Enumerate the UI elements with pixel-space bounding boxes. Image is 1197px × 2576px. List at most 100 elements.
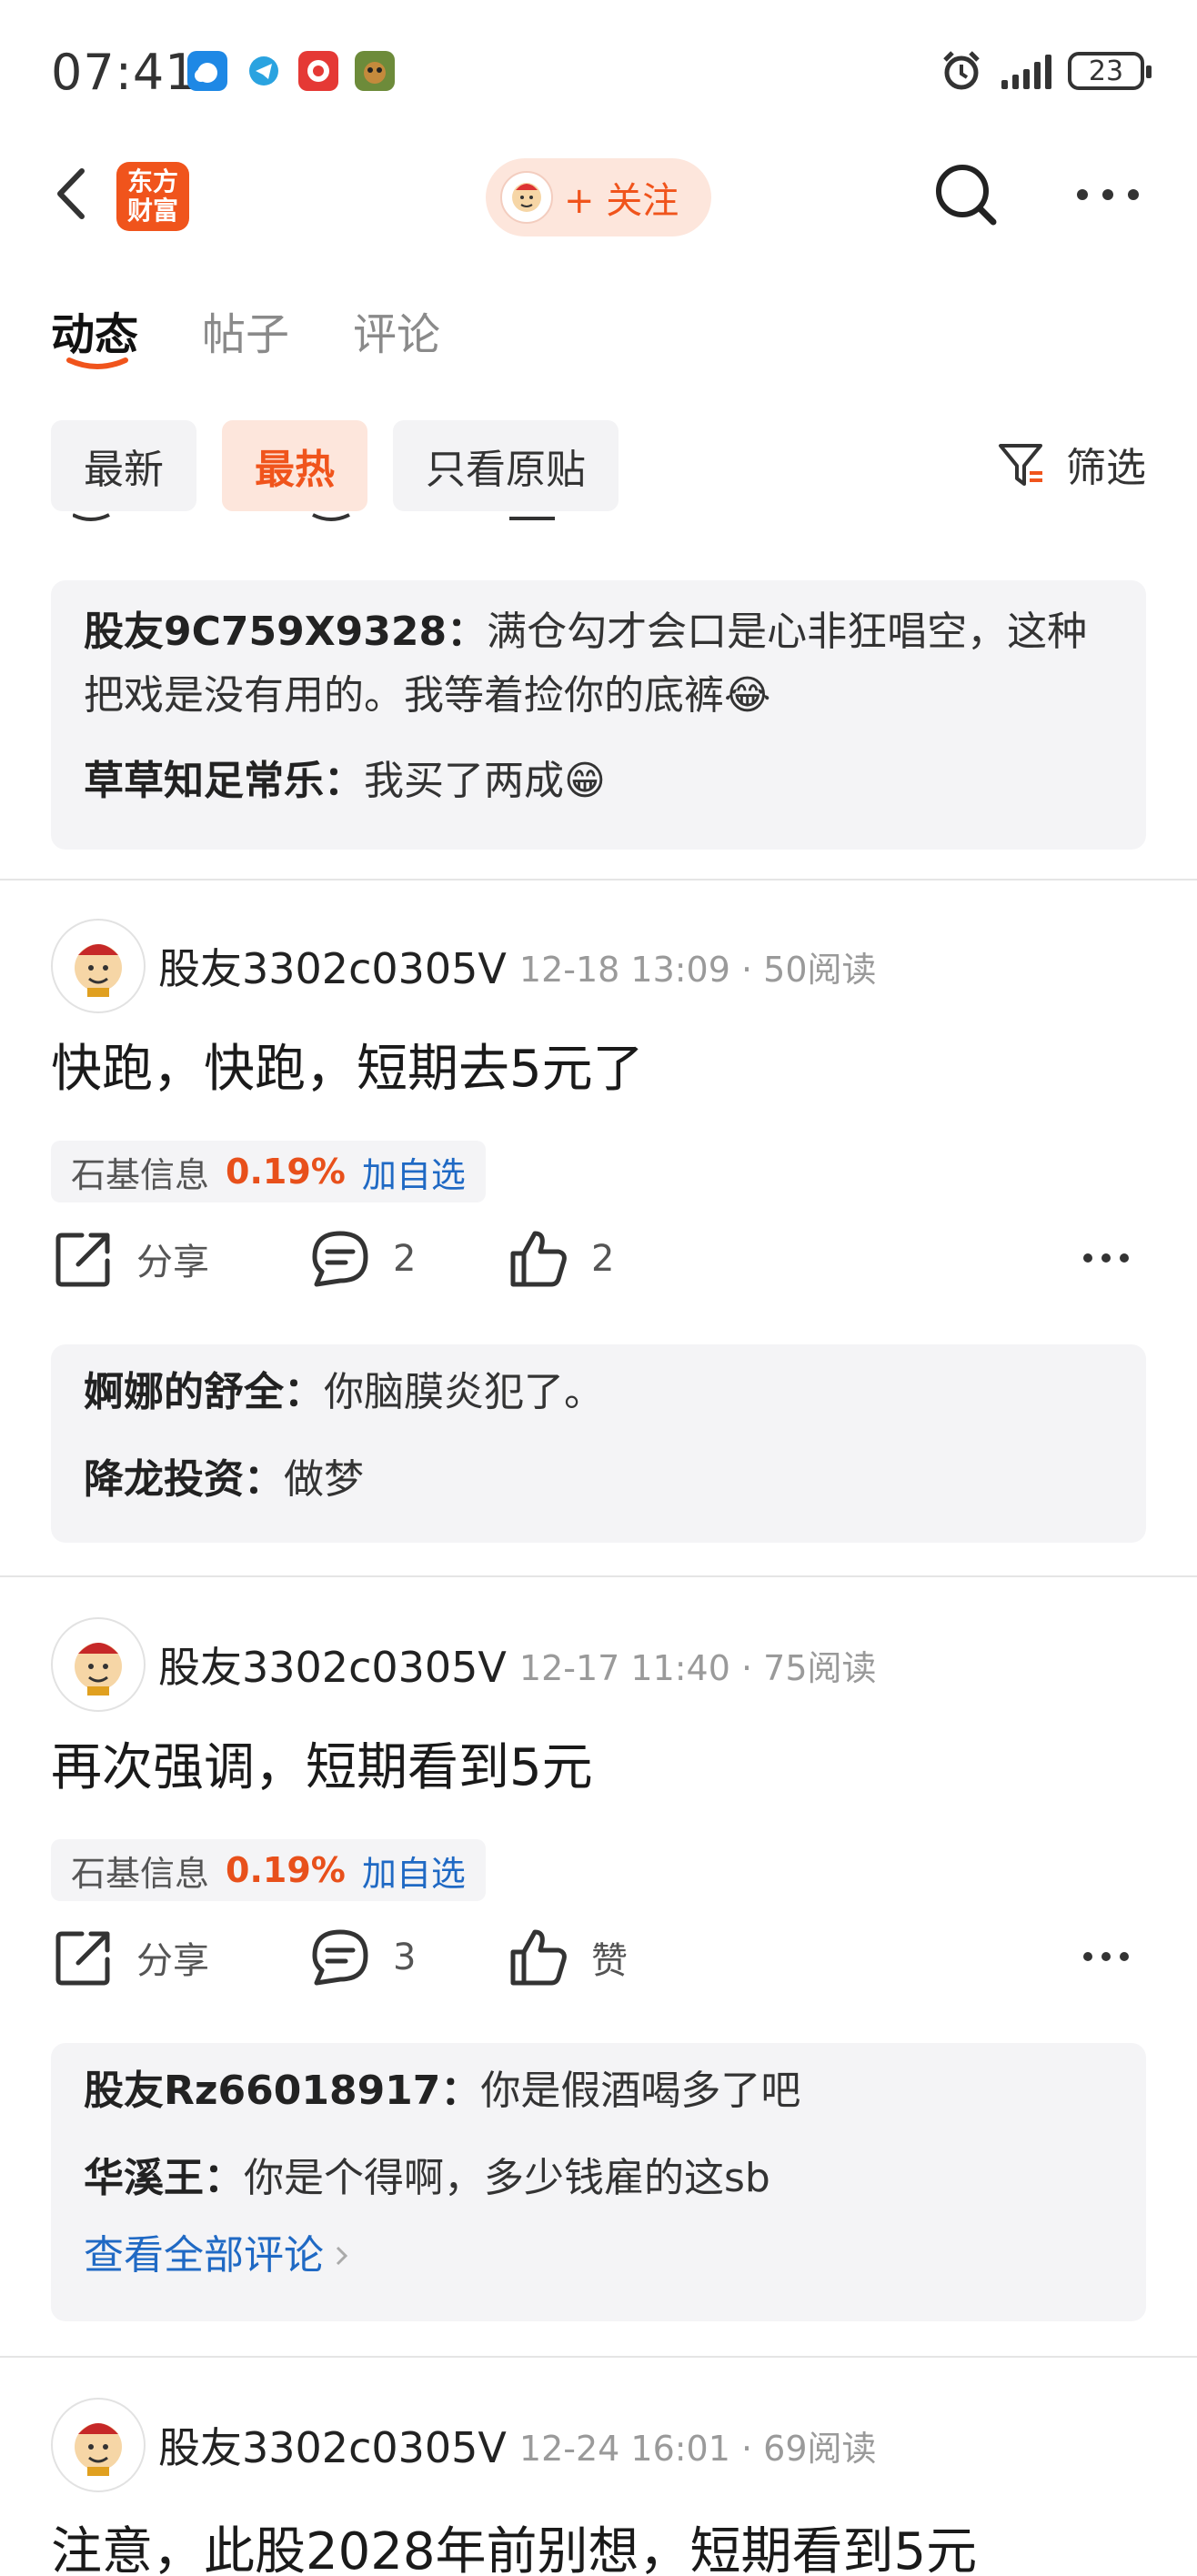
thumbs-up-icon bbox=[510, 1929, 567, 1986]
post-divider bbox=[0, 2356, 1197, 2358]
comment-count: 3 bbox=[393, 1937, 417, 1978]
filter-hottest[interactable]: 最热 bbox=[222, 420, 367, 511]
share-label: 分享 bbox=[136, 1940, 209, 1982]
author-name[interactable]: 股友3302c0305V bbox=[158, 936, 507, 996]
tab-dynamics-label: 动态 bbox=[51, 309, 139, 360]
comments-preview[interactable]: 股友Rz66018917：你是假酒喝多了吧 华溪王：你是个得啊，多少钱雇的这sb… bbox=[51, 2043, 1146, 2321]
post-meta: 12-24 16:01 · 69阅读 bbox=[518, 2428, 877, 2469]
comment-button[interactable]: 3 bbox=[307, 1921, 416, 1994]
comment-user[interactable]: 股友Rz66018917 bbox=[84, 2068, 440, 2114]
stock-change: 0.19% bbox=[226, 1850, 346, 1890]
view-all-label: 查看全部评论 bbox=[84, 2232, 324, 2279]
game-app-icon bbox=[355, 51, 395, 91]
add-watchlist-button[interactable]: 加自选 bbox=[362, 1147, 466, 1197]
tab-active-indicator bbox=[66, 357, 128, 369]
post-header: 股友3302c0305V 12-18 13:09 · 50阅读 bbox=[51, 919, 877, 1013]
post-more-icon[interactable] bbox=[1081, 1244, 1132, 1272]
brand-logo-line-1: 东方 bbox=[126, 166, 178, 196]
comment-button[interactable]: 2 bbox=[307, 1223, 416, 1295]
weather-app-icon bbox=[187, 51, 227, 91]
app-header: 东方 财富 + 关注 bbox=[0, 146, 1197, 246]
share-button[interactable]: 分享 bbox=[51, 1223, 209, 1295]
post-actions: 分享 2 2 bbox=[51, 1223, 1146, 1295]
alarm-icon bbox=[943, 51, 980, 90]
comment-text: 你是个得啊，多少钱雇的这sb bbox=[244, 2155, 770, 2201]
tab-dynamics[interactable]: 动态 bbox=[51, 298, 139, 369]
post-actions: 分享 3 赞 bbox=[51, 1921, 1146, 1994]
comments-preview[interactable]: 股友9C759X9328：满仓勾才会口是心非狂唱空，这种把戏是没有用的。我等着捡… bbox=[51, 580, 1146, 850]
like-count: 赞 bbox=[591, 1940, 628, 1982]
signal-icon bbox=[1001, 53, 1051, 89]
post-header: 股友3302c0305V 12-24 16:01 · 69阅读 bbox=[51, 2398, 877, 2492]
comment-user[interactable]: 降龙投资 bbox=[84, 1456, 244, 1503]
stock-name: 石基信息 bbox=[71, 1853, 210, 1894]
brand-logo: 东方 财富 bbox=[116, 162, 189, 231]
status-time: 07:41 bbox=[51, 44, 197, 101]
tab-comments[interactable]: 评论 bbox=[353, 298, 440, 362]
author-name[interactable]: 股友3302c0305V bbox=[158, 2415, 507, 2475]
post-content[interactable]: 快跑，快跑，短期去5元了 bbox=[51, 1028, 644, 1102]
filter-button[interactable]: 筛选 bbox=[995, 435, 1146, 493]
comment-bubble-icon bbox=[312, 1929, 368, 1986]
stock-change: 0.19% bbox=[226, 1152, 346, 1192]
post-card[interactable]: 股友3302c0305V 12-24 16:01 · 69阅读 注意，此股202… bbox=[0, 2398, 1197, 2576]
tab-posts[interactable]: 帖子 bbox=[202, 298, 289, 362]
filter-latest[interactable]: 最新 bbox=[51, 420, 196, 511]
sort-filters: 最新 最热 只看原贴 bbox=[51, 420, 619, 511]
post-content[interactable]: 注意，此股2028年前别想，短期看到5元 bbox=[51, 2511, 977, 2576]
avatar[interactable] bbox=[51, 1617, 146, 1712]
comment-item: 草草知足常乐：我买了两成😁 bbox=[84, 758, 606, 804]
red-app-icon bbox=[298, 51, 338, 91]
partial-action-row bbox=[73, 513, 555, 521]
share-button[interactable]: 分享 bbox=[51, 1921, 209, 1994]
comment-item: 华溪王：你是个得啊，多少钱雇的这sb bbox=[84, 2155, 770, 2201]
battery-level: 23 bbox=[1088, 55, 1124, 87]
comment-item: 婀娜的舒全：你脑膜炎犯了。 bbox=[84, 1369, 604, 1415]
author-name[interactable]: 股友3302c0305V bbox=[158, 1635, 507, 1695]
comment-bubble-icon bbox=[312, 1231, 368, 1287]
brand-logo-line-2: 财富 bbox=[126, 196, 178, 226]
avatar[interactable] bbox=[51, 2398, 146, 2492]
post-card[interactable]: 股友3302c0305V 12-17 11:40 · 75阅读 再次强调，短期看… bbox=[0, 1617, 1197, 1945]
tab-comments-label: 评论 bbox=[353, 309, 441, 360]
post-header: 股友3302c0305V 12-17 11:40 · 75阅读 bbox=[51, 1617, 877, 1712]
comment-item: 降龙投资：做梦 bbox=[84, 1456, 364, 1503]
comment-user[interactable]: 股友9C759X9328 bbox=[84, 609, 447, 655]
comment-text: 你是假酒喝多了吧 bbox=[480, 2068, 801, 2114]
view-all-comments-link[interactable]: 查看全部评论 bbox=[84, 2221, 1113, 2290]
content-tabs: 动态 帖子 评论 bbox=[51, 298, 440, 369]
post-card[interactable]: 股友3302c0305V 12-18 13:09 · 50阅读 快跑，快跑，短期… bbox=[0, 919, 1197, 1246]
search-icon[interactable] bbox=[930, 158, 1002, 231]
comment-text: 做梦 bbox=[284, 1456, 364, 1503]
filter-button-label: 筛选 bbox=[1066, 445, 1146, 491]
comment-user[interactable]: 华溪王 bbox=[84, 2155, 204, 2201]
like-button[interactable]: 赞 bbox=[506, 1921, 628, 1994]
status-indicators: 23 bbox=[938, 45, 1152, 96]
like-button[interactable]: 2 bbox=[506, 1223, 614, 1295]
follow-button[interactable]: + 关注 bbox=[486, 158, 711, 236]
share-icon bbox=[55, 1931, 110, 1986]
comment-text: 你脑膜炎犯了。 bbox=[324, 1369, 604, 1415]
like-count: 2 bbox=[591, 1238, 615, 1280]
add-watchlist-button[interactable]: 加自选 bbox=[362, 1846, 466, 1896]
stock-tag[interactable]: 石基信息 0.19% 加自选 bbox=[51, 1141, 486, 1202]
stock-tag[interactable]: 石基信息 0.19% 加自选 bbox=[51, 1839, 486, 1901]
post-more-icon[interactable] bbox=[1081, 1943, 1132, 1970]
feed: 股友9C759X9328：满仓勾才会口是心非狂唱空，这种把戏是没有用的。我等着捡… bbox=[0, 509, 1197, 2576]
comment-text: 我买了两成😁 bbox=[364, 758, 606, 804]
avatar[interactable] bbox=[51, 919, 146, 1013]
telegram-app-icon bbox=[244, 51, 284, 91]
comment-user[interactable]: 婀娜的舒全 bbox=[84, 1369, 284, 1415]
funnel-icon bbox=[999, 444, 1042, 486]
follow-label: + 关注 bbox=[564, 180, 679, 222]
comment-user[interactable]: 草草知足常乐 bbox=[84, 758, 324, 804]
thumbs-up-icon bbox=[510, 1231, 567, 1287]
post-meta: 12-17 11:40 · 75阅读 bbox=[518, 1647, 877, 1688]
tab-posts-label: 帖子 bbox=[202, 309, 290, 360]
post-content[interactable]: 再次强调，短期看到5元 bbox=[51, 1726, 593, 1800]
comment-count: 2 bbox=[393, 1238, 417, 1280]
more-options-icon[interactable] bbox=[1071, 176, 1144, 213]
filter-original-only[interactable]: 只看原贴 bbox=[393, 420, 619, 511]
comments-preview[interactable]: 婀娜的舒全：你脑膜炎犯了。 降龙投资：做梦 bbox=[51, 1344, 1146, 1543]
back-arrow-icon[interactable] bbox=[45, 162, 100, 226]
